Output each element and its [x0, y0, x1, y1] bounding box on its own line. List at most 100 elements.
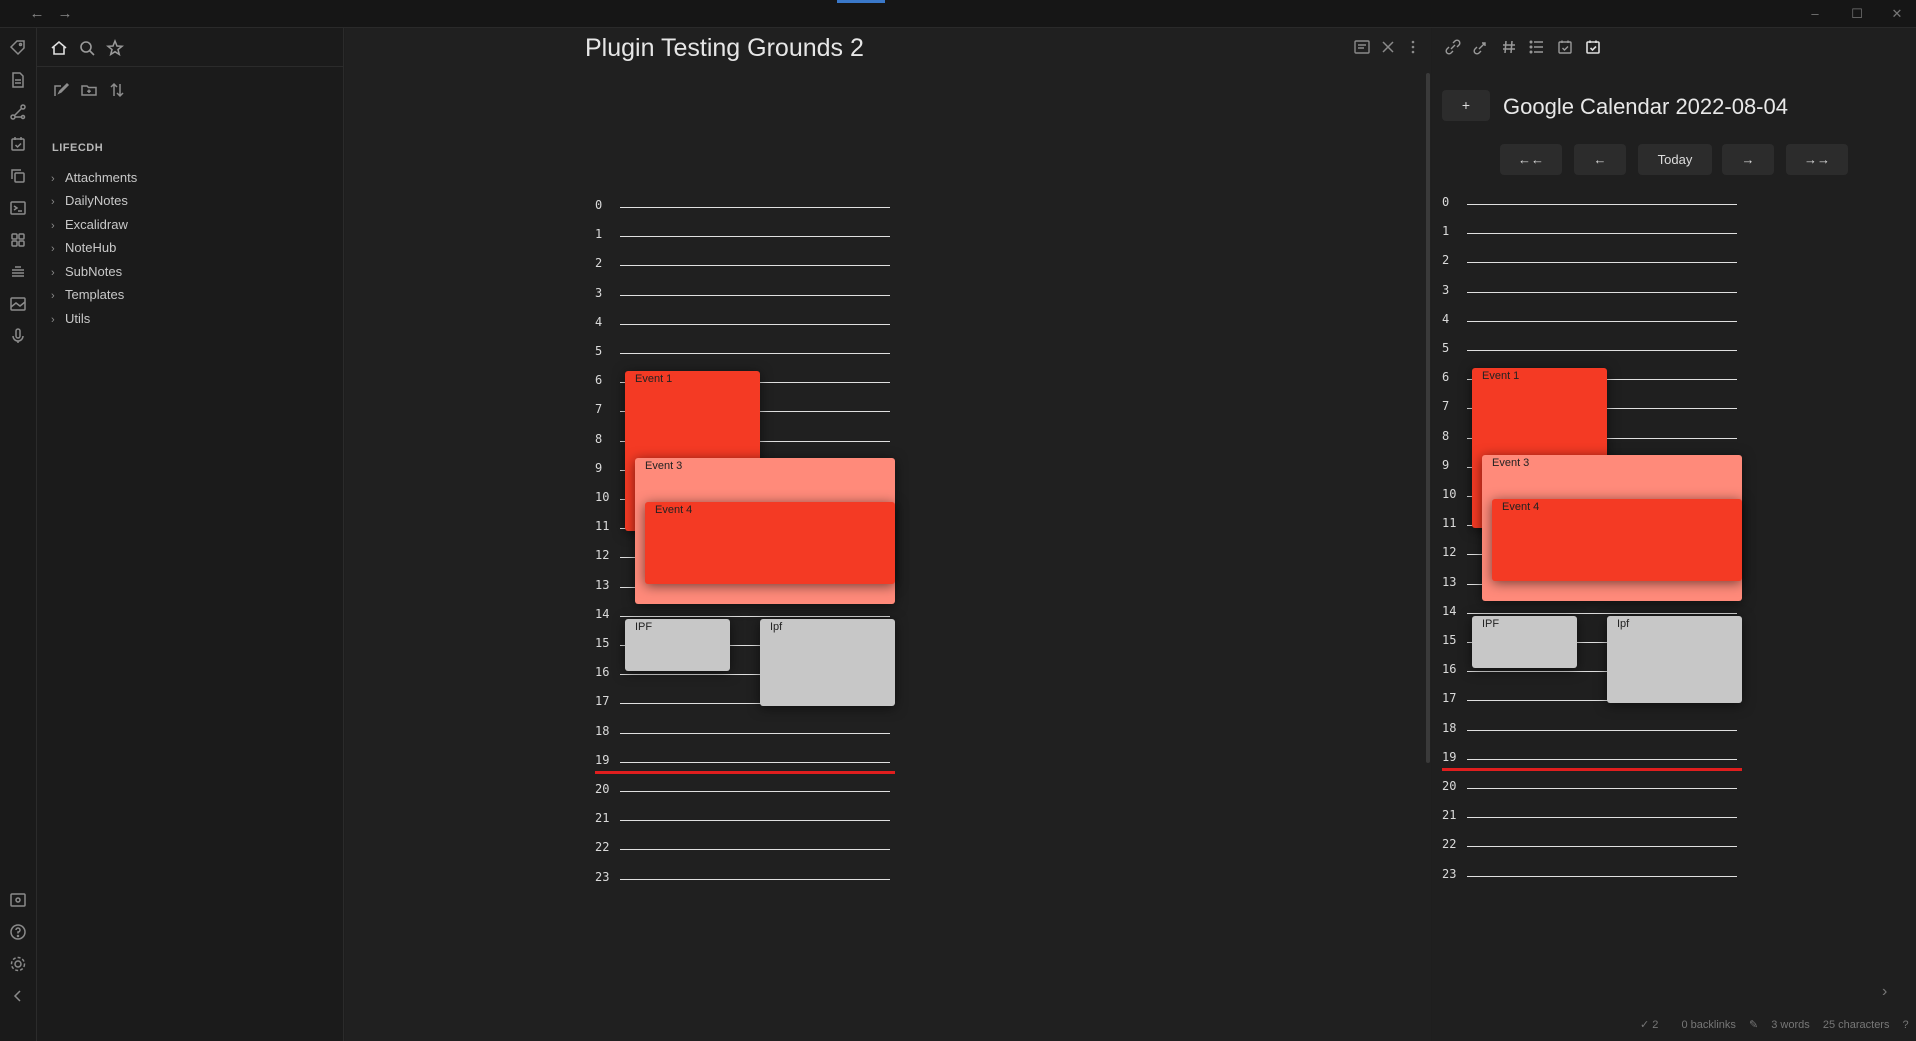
- calendar-check-icon[interactable]: [8, 134, 28, 154]
- calendar-title: Google Calendar 2022-08-04: [1503, 94, 1788, 119]
- hour-label: 13: [1442, 574, 1457, 589]
- edit-pencil-icon[interactable]: ✎: [1749, 1019, 1758, 1031]
- hour-label: 15: [595, 636, 610, 650]
- hour-row: 20: [595, 782, 905, 811]
- hour-line: [1467, 291, 1737, 293]
- help-icon[interactable]: ?: [1903, 1019, 1909, 1031]
- backlinks-icon[interactable]: [1444, 38, 1462, 56]
- hour-label: 21: [1442, 808, 1457, 823]
- copy-icon[interactable]: [8, 166, 28, 186]
- maximize-icon[interactable]: ☐: [1848, 5, 1866, 23]
- minimize-icon[interactable]: –: [1806, 5, 1824, 23]
- mic-icon[interactable]: [8, 326, 28, 346]
- apps-icon[interactable]: [8, 230, 28, 250]
- hour-line: [620, 849, 890, 851]
- forward-arrow-icon[interactable]: →: [56, 5, 74, 23]
- new-note-icon[interactable]: [51, 80, 71, 100]
- back-day-button[interactable]: ←: [1574, 144, 1626, 175]
- hour-line: [620, 761, 890, 763]
- new-folder-icon[interactable]: [79, 80, 99, 100]
- calendar-event[interactable]: IPF: [625, 618, 730, 672]
- vault-switch-icon[interactable]: [8, 890, 28, 910]
- sync-count: 2: [1652, 1019, 1659, 1031]
- hour-row: 18: [595, 724, 905, 753]
- folder-item[interactable]: › Attachments: [51, 167, 331, 189]
- hour-label: 20: [595, 782, 610, 796]
- hour-label: 15: [1442, 633, 1457, 647]
- chevron-right-icon[interactable]: ›: [1882, 983, 1887, 1001]
- folder-item[interactable]: › Templates: [51, 284, 331, 306]
- back-week-button[interactable]: ←←: [1500, 144, 1562, 175]
- hour-label: 8: [1442, 428, 1450, 443]
- tag-icon[interactable]: [8, 38, 28, 58]
- calendar-event[interactable]: Ipf: [760, 618, 895, 707]
- hour-row: 4: [595, 315, 905, 344]
- hour-line: [620, 615, 890, 617]
- hour-label: 10: [595, 490, 610, 504]
- note-pane: Plugin Testing Grounds 2 0 1 2 3 4 5 6 7 8 9 10 11 1…: [345, 28, 1431, 1041]
- outline-icon[interactable]: [1528, 38, 1546, 56]
- note-title[interactable]: Plugin Testing Grounds 2: [585, 34, 864, 63]
- ribbon: [0, 28, 37, 1041]
- folder-item[interactable]: › NoteHub: [51, 237, 331, 259]
- terminal-icon[interactable]: [8, 198, 28, 218]
- graph-icon[interactable]: [8, 102, 28, 122]
- hour-label: 1: [1442, 224, 1450, 239]
- hour-line: [1467, 204, 1737, 205]
- folder-item[interactable]: › Excalidraw: [51, 214, 331, 236]
- folder-item[interactable]: › SubNotes: [51, 261, 331, 283]
- hour-label: 3: [595, 285, 603, 300]
- file-icon[interactable]: [8, 70, 28, 90]
- hour-label: 9: [595, 460, 603, 475]
- calendar-event[interactable]: Event 4: [1492, 498, 1742, 581]
- forward-week-button[interactable]: →→: [1786, 144, 1848, 175]
- hour-label: 21: [595, 811, 610, 826]
- hour-label: 11: [595, 519, 610, 534]
- sync-status[interactable]: ✓ 2: [1640, 1019, 1668, 1031]
- hour-row: 5: [595, 344, 905, 373]
- collapse-left-icon[interactable]: [8, 986, 28, 1006]
- hour-row: 4: [1442, 312, 1752, 341]
- calendar-check-icon[interactable]: [1556, 38, 1574, 56]
- vault-name: LIFECDH: [52, 142, 104, 154]
- home-icon[interactable]: [49, 38, 69, 58]
- close-icon[interactable]: [1379, 38, 1397, 56]
- hour-row: 5: [1442, 341, 1752, 370]
- calendar-check-icon[interactable]: [1584, 38, 1602, 56]
- help-icon[interactable]: [8, 922, 28, 942]
- folder-item[interactable]: › Utils: [51, 308, 331, 330]
- hour-label: 19: [595, 752, 610, 767]
- folder-item[interactable]: › DailyNotes: [51, 190, 331, 212]
- more-options-icon[interactable]: [1404, 38, 1422, 56]
- hour-label: 19: [1442, 749, 1457, 764]
- calendar-event[interactable]: IPF: [1472, 615, 1577, 669]
- add-event-button[interactable]: +: [1442, 90, 1490, 121]
- hour-label: 23: [1442, 866, 1457, 881]
- hour-line: [620, 294, 890, 296]
- hour-row: 18: [1442, 721, 1752, 750]
- hour-line: [1467, 320, 1737, 322]
- close-window-icon[interactable]: ✕: [1888, 5, 1906, 23]
- back-arrow-icon[interactable]: ←: [28, 5, 46, 23]
- scrollbar[interactable]: [1426, 73, 1430, 763]
- forward-day-button[interactable]: →: [1722, 144, 1774, 175]
- outgoing-links-icon[interactable]: [1472, 38, 1490, 56]
- tags-icon[interactable]: [1500, 38, 1518, 56]
- image-icon[interactable]: [8, 294, 28, 314]
- word-count: 3 words: [1771, 1019, 1810, 1031]
- chevron-right-icon: ›: [51, 196, 55, 208]
- hour-line: [1467, 262, 1737, 264]
- backlinks-count[interactable]: 0 backlinks: [1681, 1019, 1735, 1031]
- hour-label: 22: [1442, 837, 1457, 852]
- star-icon[interactable]: [105, 38, 125, 58]
- layers-icon[interactable]: [8, 262, 28, 282]
- settings-icon[interactable]: [8, 954, 28, 974]
- sort-icon[interactable]: [107, 80, 127, 100]
- reading-view-icon[interactable]: [1353, 38, 1371, 56]
- calendar-event[interactable]: Event 4: [645, 501, 895, 584]
- calendar-event[interactable]: Ipf: [1607, 615, 1742, 704]
- hour-line: [1467, 350, 1737, 351]
- search-icon[interactable]: [77, 38, 97, 58]
- folder-label: Excalidraw: [65, 217, 128, 232]
- today-button[interactable]: Today: [1638, 144, 1712, 175]
